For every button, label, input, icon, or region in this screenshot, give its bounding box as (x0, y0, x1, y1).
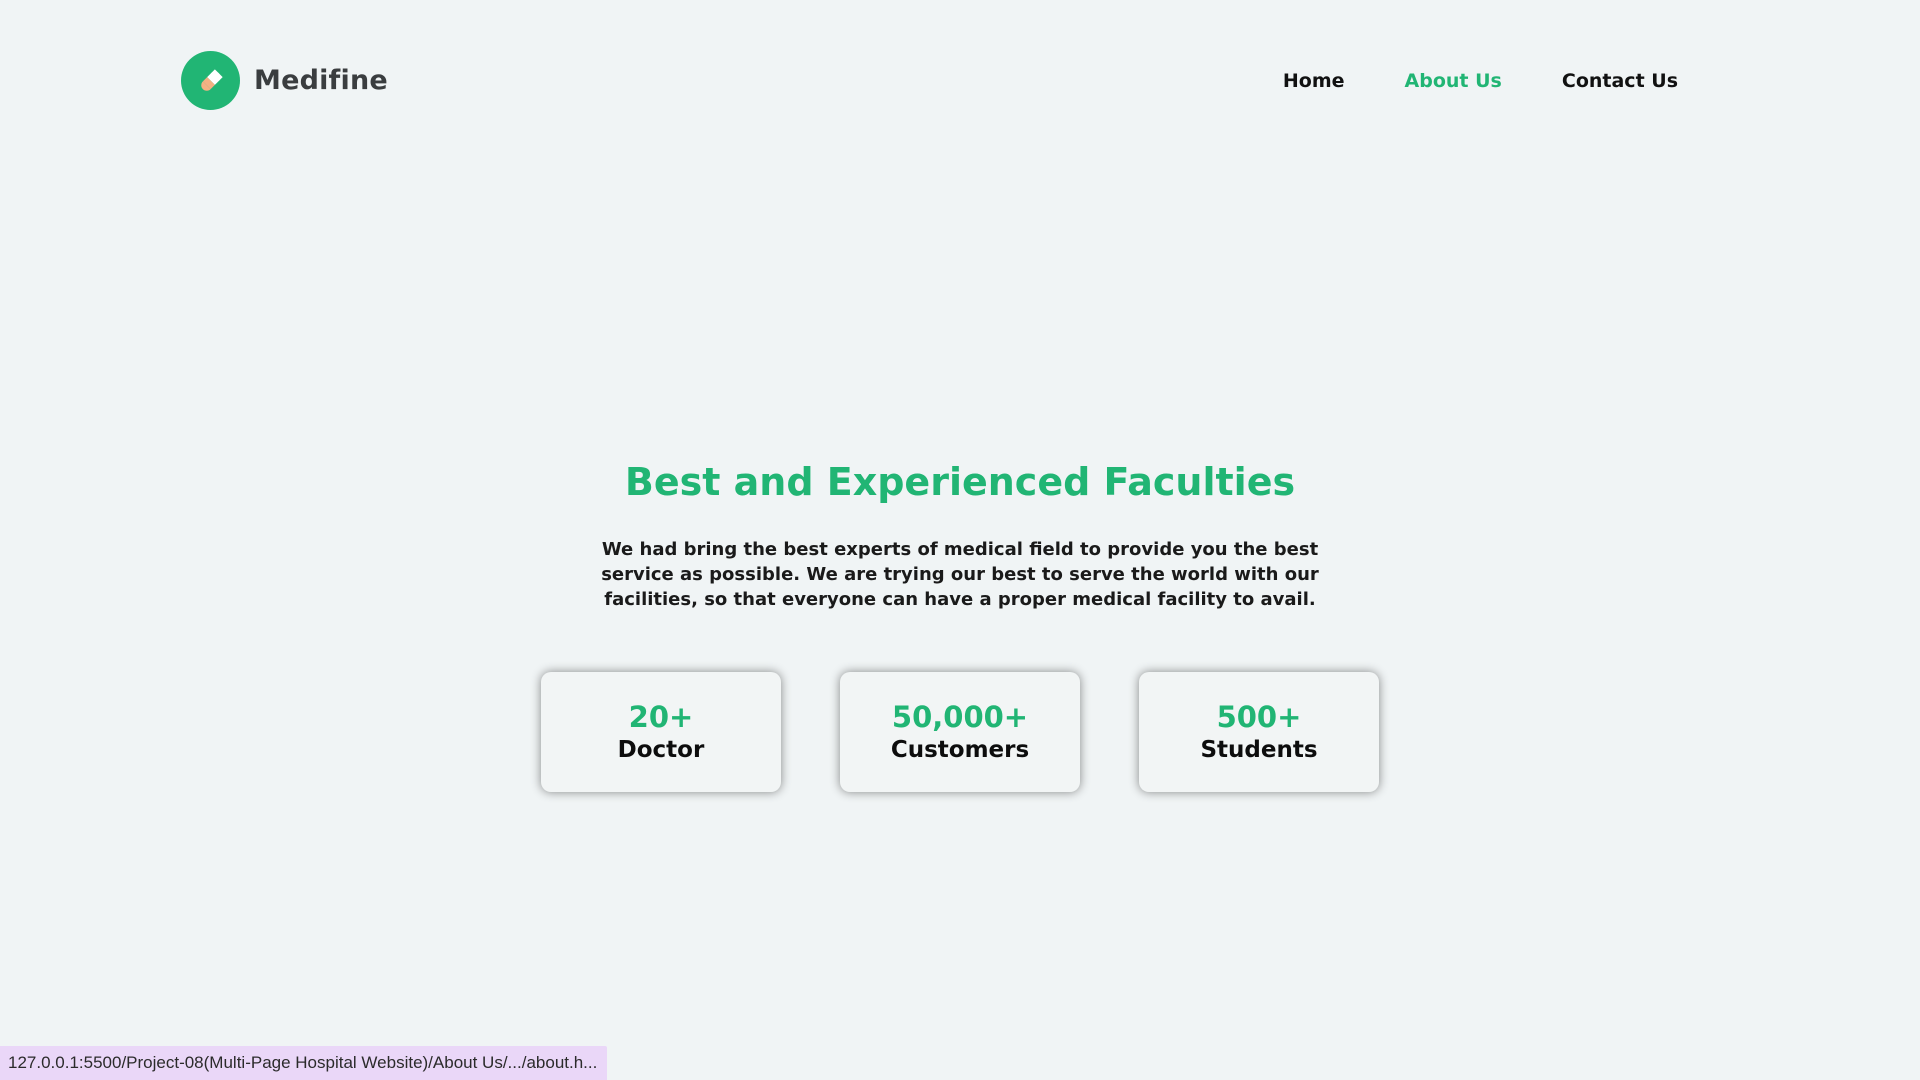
nav-link-about-us[interactable]: About Us (1405, 70, 1502, 92)
brand-home-link[interactable]: Medifine (181, 51, 388, 110)
stat-value: 20+ (628, 700, 694, 734)
stat-value: 500+ (1216, 700, 1302, 734)
nav-link-home[interactable]: Home (1283, 70, 1345, 92)
section-description: We had bring the best experts of medical… (601, 539, 1319, 610)
stat-value: 50,000+ (891, 700, 1029, 734)
link-status-bar: 127.0.0.1:5500/Project-08(Multi-Page Hos… (0, 1046, 608, 1080)
faculties-section: Best and Experienced Faculties We had br… (0, 455, 1920, 792)
brand-name: Medifine (254, 65, 388, 96)
stat-label: Students (1200, 737, 1318, 763)
section-title: Best and Experienced Faculties (624, 460, 1296, 504)
stats-row: 20+ Doctor 50,000+ Customers 500+ Studen… (0, 672, 1920, 792)
stat-label: Customers (890, 737, 1030, 763)
nav-link-contact-us[interactable]: Contact Us (1562, 70, 1678, 92)
stat-label: Doctor (617, 737, 705, 763)
site-header: Medifine Home About Us Contact Us (0, 0, 1920, 162)
about-page: Medifine Home About Us Contact Us Best a… (0, 0, 1920, 1080)
main-nav: Home About Us Contact Us (1283, 70, 1678, 92)
stat-card-doctor: 20+ Doctor (541, 672, 781, 792)
stat-card-customers: 50,000+ Customers (840, 672, 1080, 792)
pill-icon (181, 51, 240, 110)
stat-card-students: 500+ Students (1139, 672, 1379, 792)
